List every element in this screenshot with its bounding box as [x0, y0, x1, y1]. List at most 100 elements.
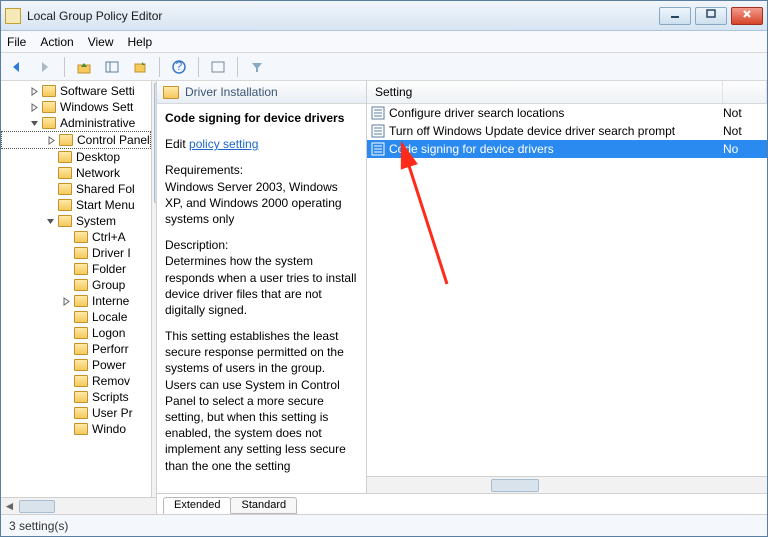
tree-item[interactable]: Folder [1, 261, 151, 277]
tree-item[interactable]: Driver I [1, 245, 151, 261]
statusbar: 3 setting(s) [1, 514, 767, 536]
tree-item[interactable]: Perforr [1, 341, 151, 357]
expand-icon[interactable] [61, 376, 72, 387]
tab-extended[interactable]: Extended [163, 497, 231, 514]
tree-item[interactable]: Group [1, 277, 151, 293]
expand-icon[interactable] [45, 152, 56, 163]
folder-icon [58, 183, 72, 195]
scrollbar-thumb[interactable] [19, 500, 55, 513]
description-label: Description: [165, 238, 228, 252]
expand-icon[interactable] [45, 168, 56, 179]
tree-item[interactable]: Ctrl+A [1, 229, 151, 245]
export-button[interactable] [128, 56, 152, 78]
tree-horizontal-scrollbar[interactable]: ◄ [1, 497, 156, 514]
tree-item-label: Windows Sett [60, 100, 133, 114]
up-folder-button[interactable] [72, 56, 96, 78]
maximize-button[interactable] [695, 7, 727, 25]
expand-icon[interactable] [61, 328, 72, 339]
tree-item[interactable]: Locale [1, 309, 151, 325]
expand-icon[interactable] [61, 296, 72, 307]
tree-item-label: Driver I [92, 246, 131, 260]
menu-view[interactable]: View [88, 35, 114, 49]
folder-icon [58, 215, 72, 227]
tree-item[interactable]: User Pr [1, 405, 151, 421]
policy-icon [371, 142, 385, 156]
expand-icon[interactable] [61, 232, 72, 243]
tree-item[interactable]: System [1, 213, 151, 229]
expand-icon[interactable] [61, 344, 72, 355]
view-tabs: Extended Standard [157, 494, 767, 514]
tree-vertical-scrollbar[interactable] [151, 81, 156, 497]
tree-item[interactable]: Network [1, 165, 151, 181]
tree-item[interactable]: Interne [1, 293, 151, 309]
column-state[interactable] [723, 81, 767, 103]
tree-item-label: Scripts [92, 390, 129, 404]
setting-label: Configure driver search locations [389, 106, 723, 120]
list-header[interactable]: Setting [367, 81, 767, 104]
expand-icon[interactable] [46, 135, 57, 146]
expand-icon[interactable] [61, 408, 72, 419]
expand-icon[interactable] [61, 392, 72, 403]
tree-item[interactable]: Shared Fol [1, 181, 151, 197]
tree-item[interactable]: Windo [1, 421, 151, 437]
list-row[interactable]: Configure driver search locationsNot [367, 104, 767, 122]
tab-standard[interactable]: Standard [230, 497, 297, 514]
tree-item-label: Perforr [92, 342, 129, 356]
tree-item-label: Locale [92, 310, 127, 324]
list-row[interactable]: Code signing for device driversNo [367, 140, 767, 158]
tree-scroll[interactable]: Software SettiWindows SettAdministrative… [1, 81, 156, 497]
tree-item[interactable]: Windows Sett [1, 99, 151, 115]
menu-help[interactable]: Help [128, 35, 153, 49]
expand-icon[interactable] [45, 216, 56, 227]
policy-tree: Software SettiWindows SettAdministrative… [1, 81, 151, 497]
expand-icon[interactable] [45, 184, 56, 195]
menu-file[interactable]: File [7, 35, 26, 49]
list-row[interactable]: Turn off Windows Update device driver se… [367, 122, 767, 140]
tree-item[interactable]: Logon [1, 325, 151, 341]
tree-item-label: Desktop [76, 150, 120, 164]
list-horizontal-scrollbar[interactable] [367, 476, 767, 493]
help-button[interactable]: ? [167, 56, 191, 78]
detail-heading: Driver Installation [185, 85, 278, 99]
tree-item[interactable]: Scripts [1, 389, 151, 405]
edit-policy-link[interactable]: policy setting [189, 137, 258, 151]
scrollbar-thumb[interactable] [491, 479, 539, 492]
expand-icon[interactable] [61, 264, 72, 275]
folder-icon [59, 134, 73, 146]
expand-icon[interactable] [29, 118, 40, 129]
list-body: Configure driver search locationsNotTurn… [367, 104, 767, 476]
expand-icon[interactable] [61, 280, 72, 291]
scroll-left-icon[interactable]: ◄ [1, 498, 18, 515]
close-button[interactable] [731, 7, 763, 25]
scrollbar-thumb[interactable] [154, 83, 156, 203]
minimize-button[interactable] [659, 7, 691, 25]
tree-item[interactable]: Start Menu [1, 197, 151, 213]
setting-title: Code signing for device drivers [165, 110, 358, 126]
description-block: Description: Determines how the system r… [165, 237, 358, 318]
expand-icon[interactable] [29, 102, 40, 113]
column-setting[interactable]: Setting [367, 81, 723, 103]
properties-button[interactable] [206, 56, 230, 78]
expand-icon[interactable] [61, 424, 72, 435]
toolbar-sep-3 [198, 57, 199, 77]
tree-item[interactable]: Remov [1, 373, 151, 389]
tree-item[interactable]: Control Panel [1, 131, 151, 149]
titlebar[interactable]: Local Group Policy Editor [1, 1, 767, 31]
expand-icon[interactable] [45, 200, 56, 211]
expand-icon[interactable] [61, 248, 72, 259]
back-button[interactable] [5, 56, 29, 78]
menubar: File Action View Help [1, 31, 767, 53]
expand-icon[interactable] [29, 86, 40, 97]
expand-icon[interactable] [61, 360, 72, 371]
tree-item-label: Windo [92, 422, 126, 436]
tree-item-label: Control Panel [77, 133, 150, 147]
tree-item[interactable]: Desktop [1, 149, 151, 165]
expand-icon[interactable] [61, 312, 72, 323]
show-hide-tree-button[interactable] [100, 56, 124, 78]
tree-item[interactable]: Power [1, 357, 151, 373]
tree-item[interactable]: Software Setti [1, 83, 151, 99]
tree-item[interactable]: Administrative [1, 115, 151, 131]
menu-action[interactable]: Action [40, 35, 73, 49]
filter-button[interactable] [245, 56, 269, 78]
forward-button[interactable] [33, 56, 57, 78]
